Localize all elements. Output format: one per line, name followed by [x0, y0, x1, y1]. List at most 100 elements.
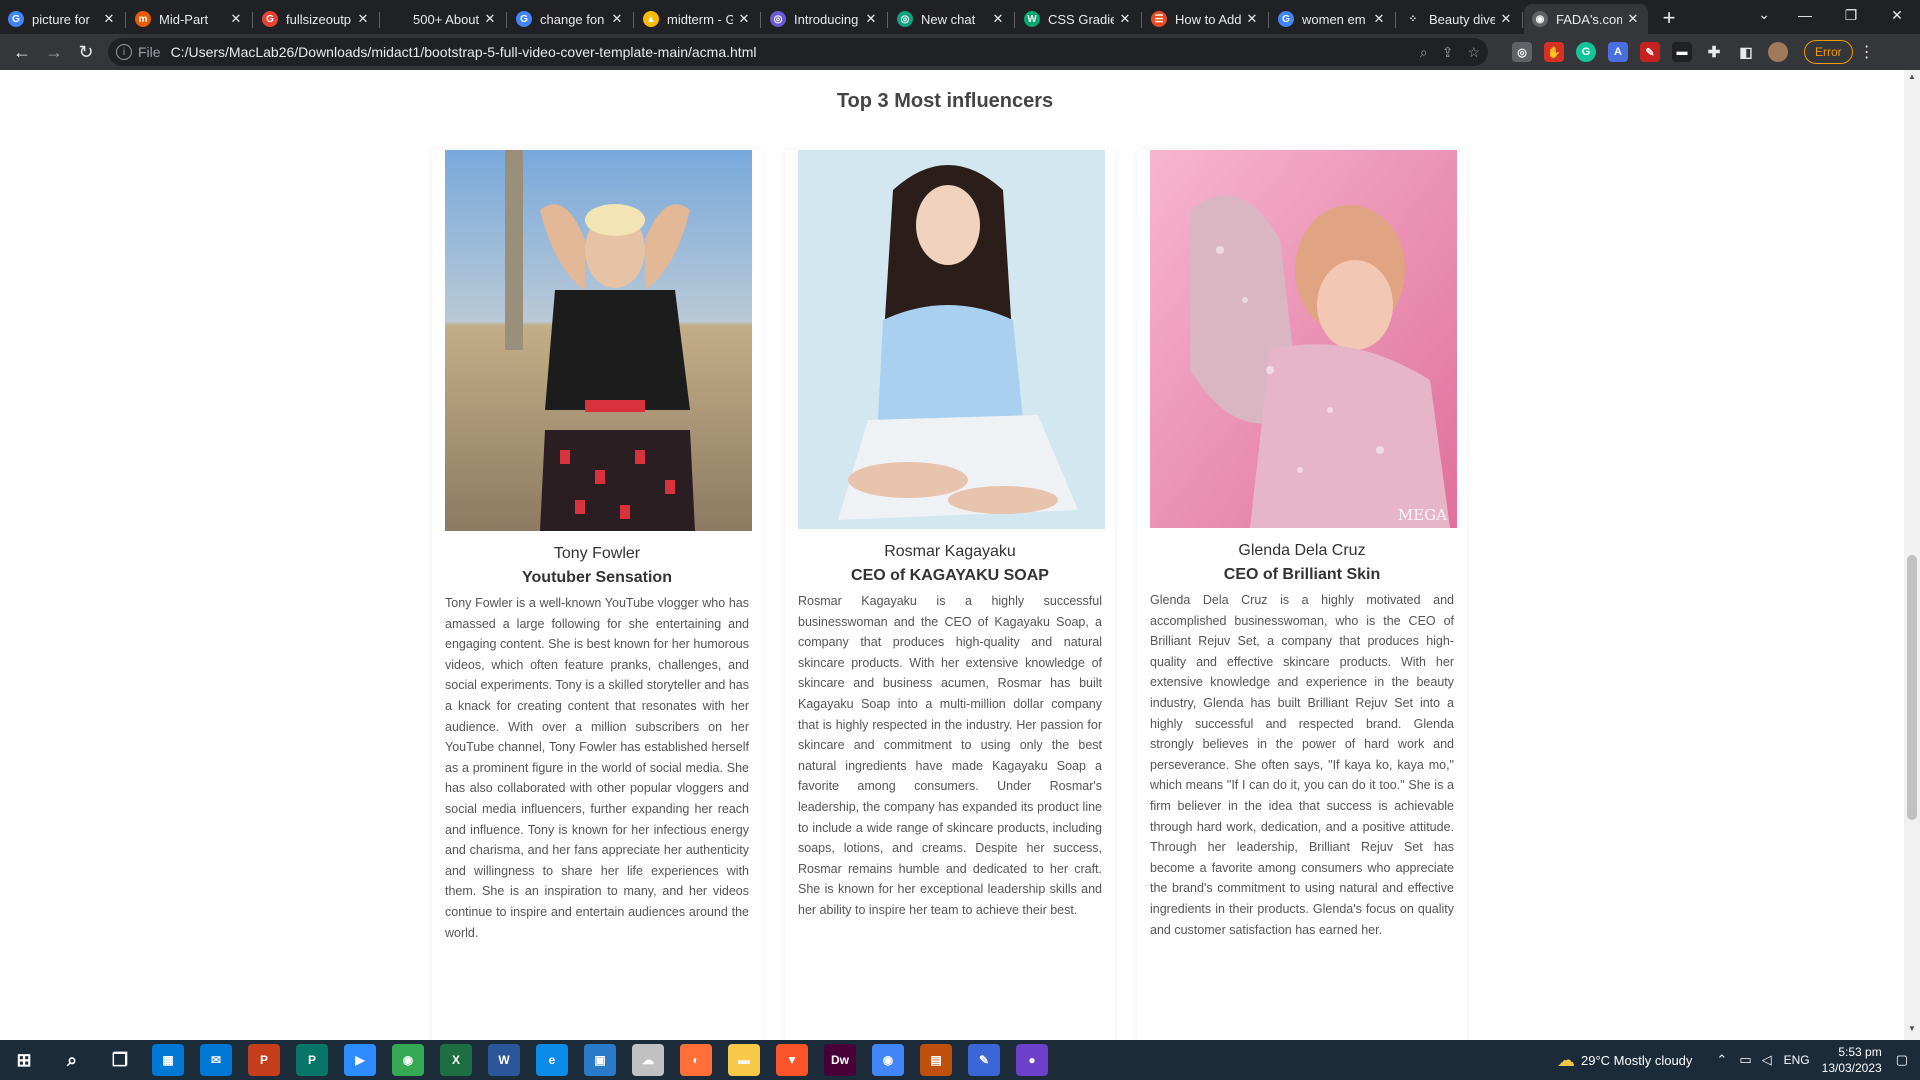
- back-arrow-icon[interactable]: ←: [6, 36, 38, 68]
- menu-kebab-icon[interactable]: ⋮: [1859, 42, 1875, 62]
- browser-tab[interactable]: m Mid-Part ✕: [127, 4, 253, 34]
- excel-icon[interactable]: X: [440, 1044, 472, 1076]
- mail-icon[interactable]: ✉: [200, 1044, 232, 1076]
- browser-tab[interactable]: ▲ midterm - G ✕: [635, 4, 761, 34]
- extension-hat-icon[interactable]: ▬: [1672, 42, 1692, 62]
- browser-tab[interactable]: Gfullsizeoutp ✕: [254, 4, 380, 34]
- extension-adblock-icon[interactable]: ✋: [1544, 42, 1564, 62]
- tab-close-icon[interactable]: ✕: [610, 11, 624, 27]
- tab-title: women em: [1302, 11, 1366, 27]
- browser-tab[interactable]: W CSS Gradie ✕: [1016, 4, 1142, 34]
- minimize-icon[interactable]: —: [1782, 0, 1828, 30]
- powerpoint-icon[interactable]: P: [248, 1044, 280, 1076]
- firefox-icon[interactable]: ◐: [680, 1044, 712, 1076]
- photos-icon[interactable]: ▣: [584, 1044, 616, 1076]
- tab-close-icon[interactable]: ✕: [1499, 11, 1513, 27]
- zoom-icon[interactable]: ▶: [344, 1044, 376, 1076]
- clock[interactable]: 5:53 pm 13/03/2023: [1822, 1044, 1882, 1076]
- weather-text[interactable]: 29°C Mostly cloudy: [1581, 1053, 1692, 1068]
- search-icon[interactable]: ⌕: [56, 1044, 88, 1076]
- tab-close-icon[interactable]: ✕: [1245, 11, 1259, 27]
- url-text[interactable]: C:/Users/MacLab26/Downloads/midact1/boot…: [171, 44, 1406, 60]
- profile-avatar[interactable]: [1768, 42, 1788, 62]
- weather-icon[interactable]: ☁: [1557, 1050, 1575, 1071]
- browser-tab[interactable]: ☰ How to Add ✕: [1143, 4, 1269, 34]
- extension-pen-icon[interactable]: ✎: [1640, 42, 1660, 62]
- tab-close-icon[interactable]: ✕: [483, 11, 497, 27]
- network-icon[interactable]: ▭: [1739, 1052, 1751, 1068]
- dreamweaver-icon[interactable]: Dw: [824, 1044, 856, 1076]
- side-panel-icon[interactable]: ◧: [1736, 42, 1756, 62]
- extension-grammarly-icon[interactable]: G: [1576, 42, 1596, 62]
- browser-tab-strip: Gpicture for ✕ m Mid-Part ✕ Gfullsizeoutp ✕ 500…: [0, 0, 1920, 34]
- tab-title: Mid-Part: [159, 11, 209, 27]
- forward-arrow-icon[interactable]: →: [38, 36, 70, 68]
- chrome-icon[interactable]: ◉: [392, 1044, 424, 1076]
- tab-separator: [1395, 12, 1396, 28]
- extension-glasses-icon[interactable]: ◎: [1512, 42, 1532, 62]
- github-icon[interactable]: ●: [1016, 1044, 1048, 1076]
- browser-tab[interactable]: ◎ Introducing ✕: [762, 4, 888, 34]
- tab-close-icon[interactable]: ✕: [864, 11, 878, 27]
- explorer-icon[interactable]: ▬: [728, 1044, 760, 1076]
- browser-tab[interactable]: Gchange fon ✕: [508, 4, 634, 34]
- store-icon[interactable]: ▦: [152, 1044, 184, 1076]
- site-info-icon[interactable]: i: [116, 44, 132, 60]
- reload-icon[interactable]: ↻: [70, 36, 102, 68]
- tab-close-icon[interactable]: ✕: [356, 11, 370, 27]
- tab-close-icon[interactable]: ✕: [1372, 11, 1386, 27]
- address-bar[interactable]: i File C:/Users/MacLab26/Downloads/midac…: [108, 38, 1488, 66]
- notifications-icon[interactable]: ▢: [1896, 1052, 1908, 1068]
- word-icon[interactable]: W: [488, 1044, 520, 1076]
- scroll-down-arrow-icon[interactable]: ▼: [1904, 1024, 1920, 1038]
- browser-tab[interactable]: ⁘ Beauty dive ✕: [1397, 4, 1523, 34]
- tab-close-icon[interactable]: ✕: [737, 11, 751, 27]
- tab-separator: [887, 12, 888, 28]
- browser-tab[interactable]: ◎ New chat ✕: [889, 4, 1015, 34]
- tab-title: picture for: [32, 11, 90, 27]
- app-grid-icon[interactable]: ▤: [920, 1044, 952, 1076]
- scroll-up-arrow-icon[interactable]: ▲: [1904, 72, 1920, 86]
- share-icon[interactable]: ⇪: [1442, 44, 1454, 61]
- clock-time: 5:53 pm: [1838, 1045, 1882, 1059]
- error-button[interactable]: Error: [1804, 40, 1853, 64]
- browser-tab[interactable]: Gpicture for ✕: [0, 4, 126, 34]
- extensions-puzzle-icon[interactable]: ✚: [1704, 42, 1724, 62]
- photo-glenda-illustration: [1150, 150, 1457, 528]
- chrome-active-icon[interactable]: ◉: [872, 1044, 904, 1076]
- page-scrollbar[interactable]: ▲ ▼: [1904, 70, 1920, 1040]
- windows-start-icon[interactable]: ⊞: [8, 1044, 40, 1076]
- influencer-card-glenda: MEGA Glenda Dela Cruz CEO of Brilliant S…: [1137, 150, 1467, 1040]
- publisher-icon[interactable]: P: [296, 1044, 328, 1076]
- tab-title: FADA's.com: [1556, 11, 1622, 27]
- scrollbar-thumb[interactable]: [1907, 555, 1917, 820]
- new-tab-button[interactable]: +: [1655, 4, 1683, 32]
- restore-icon[interactable]: ❐: [1828, 0, 1874, 30]
- extension-translate-icon[interactable]: A: [1608, 42, 1628, 62]
- speaker-icon[interactable]: ◁: [1762, 1052, 1772, 1068]
- google-icon: G: [516, 11, 532, 27]
- tab-close-icon[interactable]: ✕: [102, 11, 116, 27]
- brave-icon[interactable]: ▼: [776, 1044, 808, 1076]
- zoom-icon[interactable]: ⌕: [1420, 44, 1428, 61]
- tray-chevron-icon[interactable]: ⌃: [1716, 1052, 1727, 1068]
- loading-icon: ⁘: [1405, 11, 1421, 27]
- language-indicator[interactable]: ENG: [1784, 1053, 1810, 1067]
- task-view-icon[interactable]: ❐: [104, 1044, 136, 1076]
- edge-icon[interactable]: e: [536, 1044, 568, 1076]
- tab-close-icon[interactable]: ✕: [1626, 11, 1640, 27]
- colorpicker-icon[interactable]: ✎: [968, 1044, 1000, 1076]
- bookmark-star-icon[interactable]: ☆: [1467, 44, 1480, 61]
- tab-title: 500+ About: [413, 11, 479, 27]
- tab-close-icon[interactable]: ✕: [229, 11, 243, 27]
- tab-close-icon[interactable]: ✕: [1118, 11, 1132, 27]
- browser-tab[interactable]: ◉ FADA's.com ✕: [1524, 4, 1648, 34]
- chatgpt-icon: ◎: [897, 11, 913, 27]
- tab-close-icon[interactable]: ✕: [991, 11, 1005, 27]
- browser-tab[interactable]: Gwomen em ✕: [1270, 4, 1396, 34]
- close-window-icon[interactable]: ✕: [1874, 0, 1920, 30]
- cloud-icon[interactable]: ☁: [632, 1044, 664, 1076]
- tab-separator: [1014, 12, 1015, 28]
- browser-tab[interactable]: 500+ About ✕: [381, 4, 507, 34]
- tab-search-icon[interactable]: ⌄: [1758, 6, 1770, 23]
